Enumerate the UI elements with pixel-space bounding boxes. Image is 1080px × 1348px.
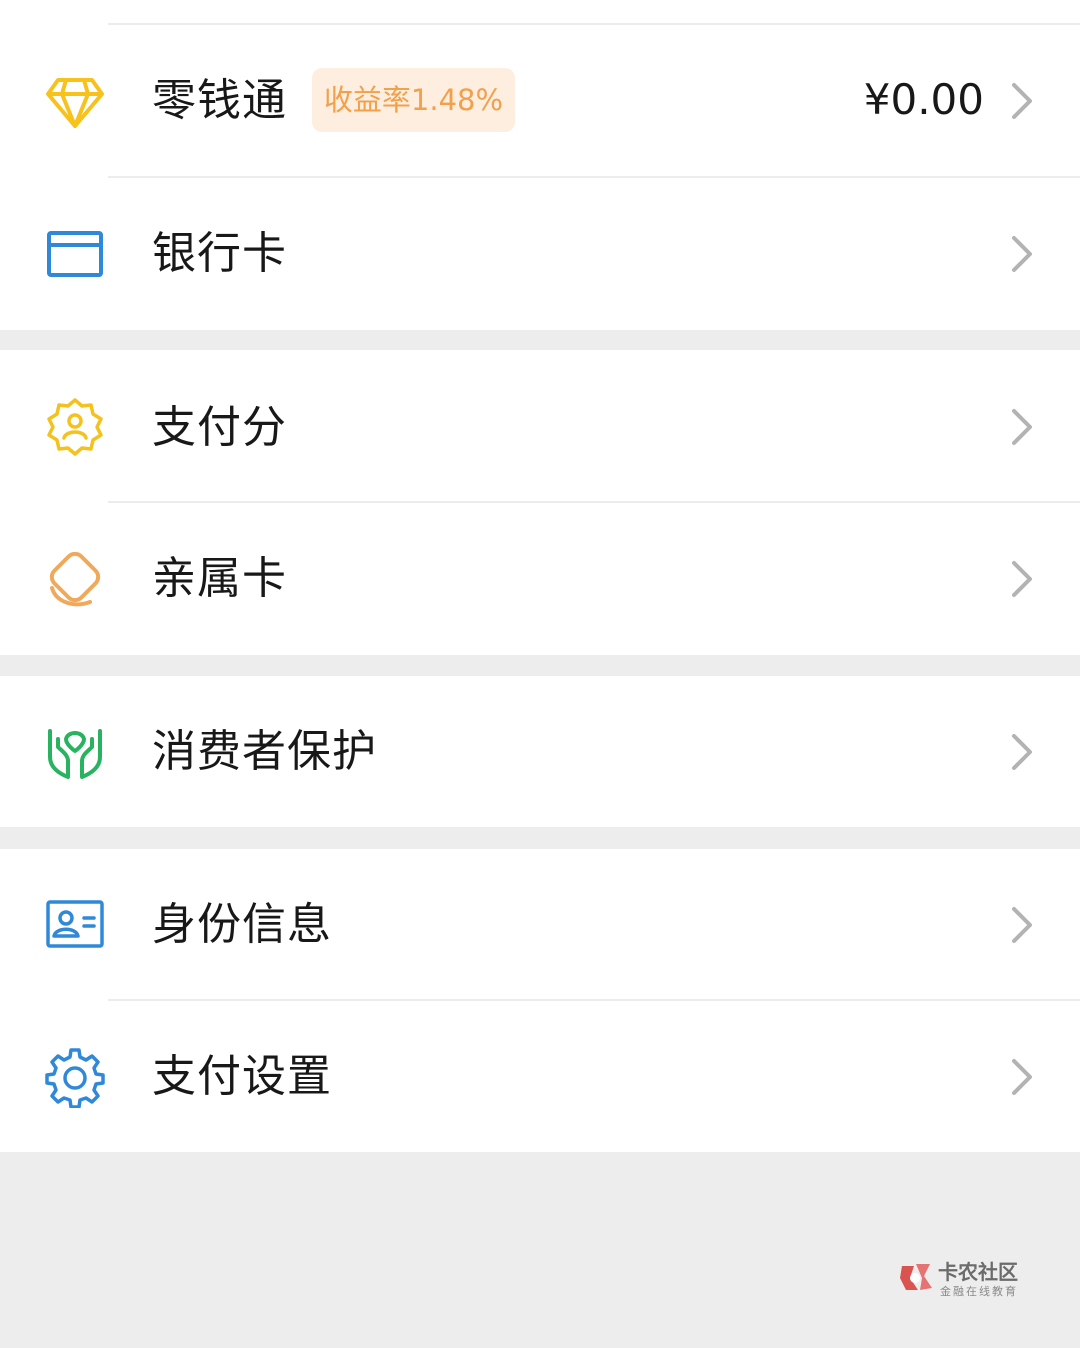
protection-group: 消费者保护 xyxy=(0,676,1080,827)
gear-icon xyxy=(44,1046,106,1108)
list-item-label: 身份信息 xyxy=(152,899,332,950)
chevron-right-icon xyxy=(1008,232,1036,276)
credit-group: 支付分 亲属卡 xyxy=(0,350,1080,655)
protection-hands-icon xyxy=(44,721,106,783)
list-item-bank-card[interactable]: 银行卡 xyxy=(0,178,1080,330)
chevron-right-icon xyxy=(1008,1055,1036,1099)
list-item-label: 银行卡 xyxy=(152,228,287,279)
list-item-label: 消费者保护 xyxy=(152,726,377,777)
watermark-subtitle: 金融在线教育 xyxy=(940,1285,1018,1298)
chevron-right-icon xyxy=(1008,903,1036,947)
list-item-label: 零钱通 xyxy=(152,75,287,126)
list-item-payment-settings[interactable]: 支付设置 xyxy=(0,1001,1080,1152)
yield-rate-badge: 收益率1.48% xyxy=(312,68,515,132)
bank-card-icon xyxy=(44,223,106,285)
watermark: 卡农社区 金融在线教育 xyxy=(898,1256,1028,1300)
id-card-icon xyxy=(44,894,106,956)
pay-score-badge-icon xyxy=(44,396,106,458)
list-item-label: 支付设置 xyxy=(152,1051,332,1102)
list-item-consumer-protection[interactable]: 消费者保护 xyxy=(0,676,1080,827)
list-item-label: 支付分 xyxy=(152,402,287,453)
diamond-icon xyxy=(44,70,106,132)
list-item-pay-score[interactable]: 支付分 xyxy=(0,350,1080,502)
chevron-right-icon xyxy=(1008,730,1036,774)
chevron-right-icon xyxy=(1008,79,1036,123)
watermark-logo-icon xyxy=(898,1260,934,1296)
wallet-page: 零钱通 收益率1.48% ¥0.00 银行卡 支付分 亲属卡 消费者保护 身份信… xyxy=(0,0,1080,1348)
list-item-identity-info[interactable]: 身份信息 xyxy=(0,849,1080,999)
list-item-family-card[interactable]: 亲属卡 xyxy=(0,503,1080,655)
chevron-right-icon xyxy=(1008,405,1036,449)
watermark-title: 卡农社区 xyxy=(938,1260,1018,1284)
list-item-lingqiantong[interactable]: 零钱通 收益率1.48% ¥0.00 xyxy=(0,25,1080,177)
chevron-right-icon xyxy=(1008,557,1036,601)
family-card-icon xyxy=(44,548,106,610)
balance-amount: ¥0.00 xyxy=(863,75,984,124)
list-item-label: 亲属卡 xyxy=(152,553,287,604)
settings-group: 身份信息 支付设置 xyxy=(0,849,1080,1152)
wallet-group: 零钱通 收益率1.48% ¥0.00 银行卡 xyxy=(0,0,1080,330)
